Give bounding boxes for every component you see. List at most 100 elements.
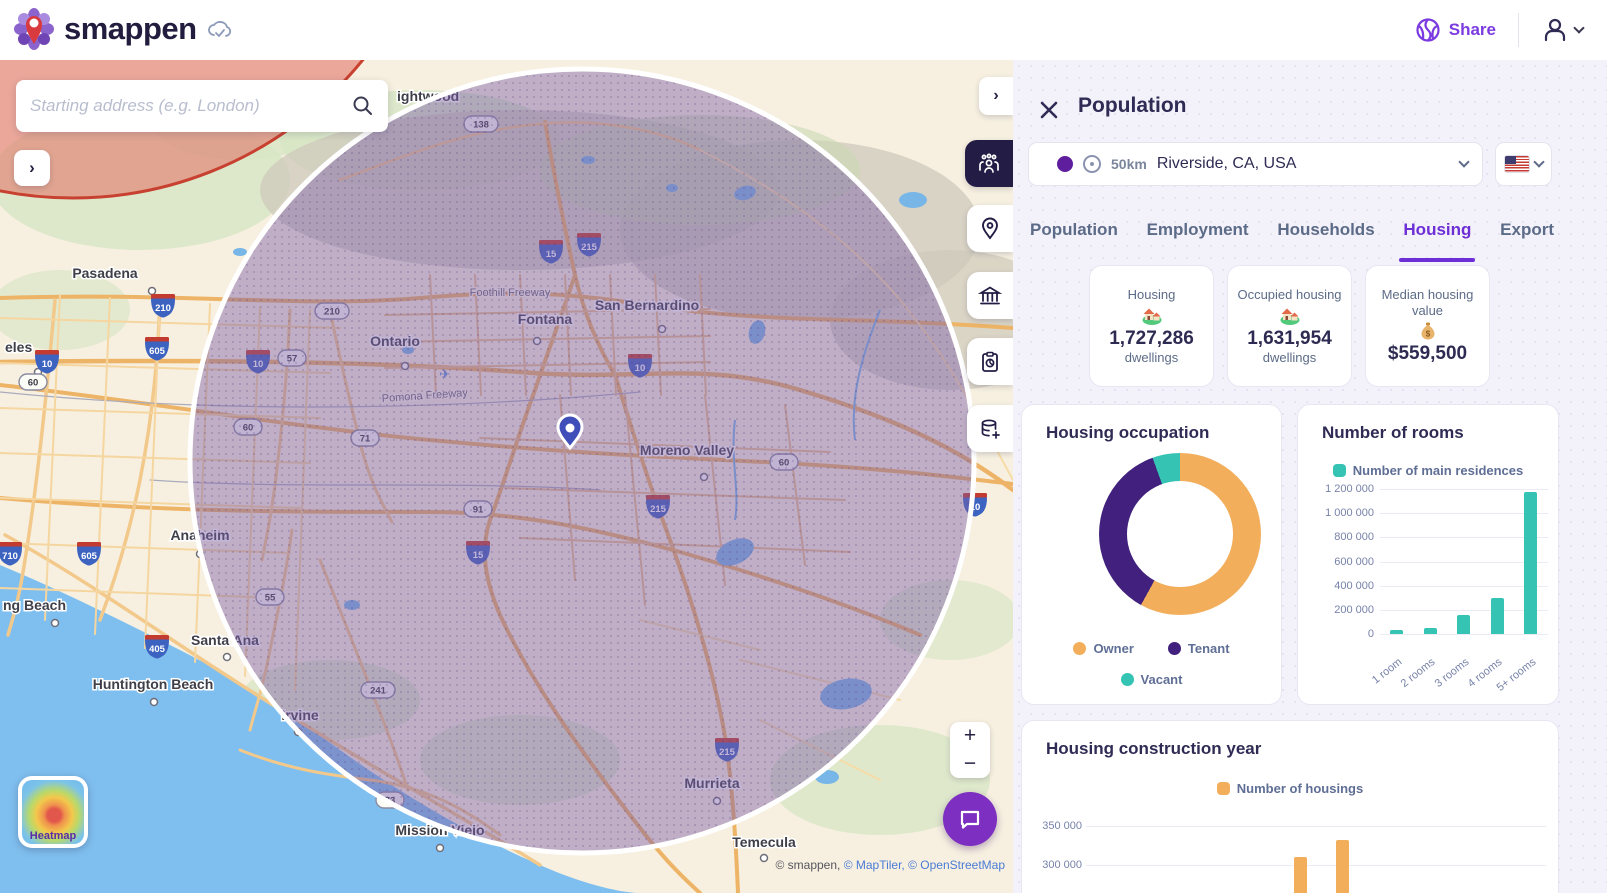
y-tick: 800 000 (1334, 531, 1374, 544)
legend-item: Owner (1073, 641, 1134, 656)
y-tick: 1 200 000 (1325, 483, 1374, 495)
city-dot (759, 853, 769, 863)
bar-1 room[interactable] (1390, 629, 1403, 634)
share-button[interactable]: Share (1415, 17, 1496, 43)
tab-households[interactable]: Households (1277, 220, 1374, 262)
construction-year-card: Housing construction year Number of hous… (1021, 720, 1559, 893)
population-tool-button[interactable] (965, 140, 1013, 187)
map-attribution: © smappen, © MapTiler, © OpenStreetMap (775, 858, 1005, 872)
chat-bubble-icon (960, 810, 980, 829)
city-dot (50, 618, 60, 628)
bar-2 rooms[interactable] (1423, 627, 1437, 634)
stat-value: 1,631,954 (1247, 327, 1332, 349)
tab-population[interactable]: Population (1030, 220, 1118, 262)
report-tool-button[interactable] (967, 338, 1013, 385)
housing-occupation-donut[interactable] (1099, 453, 1261, 615)
chevron-down-icon (1573, 22, 1585, 34)
construction-bar[interactable] (1294, 857, 1307, 893)
address-search (16, 80, 388, 132)
number-of-rooms-card: Number of rooms Number of main residence… (1297, 404, 1559, 705)
bank-icon (978, 285, 1002, 304)
rooms-bar-chart[interactable]: 1 200 000 1 000 000 800 000 600 000 400 000 2… (1298, 405, 1560, 706)
panel-tabs: Population Employment Households Housing Exp… (1030, 220, 1554, 262)
stat-card: Housing 1,727,286 dwellings (1089, 265, 1214, 387)
svg-text:$: $ (1425, 330, 1430, 339)
collapse-panel-button[interactable]: › (979, 77, 1013, 115)
y-tick: 600 000 (1334, 555, 1374, 568)
us-flag-icon (1504, 156, 1529, 172)
bar-4 rooms[interactable] (1490, 597, 1504, 634)
zoom-control: + − (950, 722, 990, 778)
money-bag-icon: $ (1421, 322, 1434, 340)
construction-bar-chart[interactable]: 350 000 300 000 (1022, 721, 1558, 893)
heatmap-toggle[interactable]: Heatmap (18, 776, 88, 848)
zone-color-dot (1057, 156, 1073, 172)
map-city-label: eles (5, 339, 32, 355)
top-bar: smappen Share (0, 0, 1607, 60)
heatmap-preview: Heatmap (22, 780, 84, 844)
svg-text:710: 710 (2, 551, 18, 562)
svg-text:60: 60 (28, 378, 39, 389)
stat-card: Median housing value $ $559,500 (1365, 265, 1490, 387)
smappen-flower-icon (14, 8, 54, 50)
database-plus-icon (981, 419, 1000, 439)
tab-housing[interactable]: Housing (1399, 220, 1476, 262)
panel-title: Population (1078, 94, 1187, 117)
map-city-label: Pasadena (72, 265, 138, 281)
population-icon (979, 153, 999, 173)
search-icon[interactable] (352, 95, 374, 117)
location-pin-icon (982, 217, 998, 240)
left-panel-expand-button[interactable]: › (14, 150, 50, 186)
zone-selector-dropdown[interactable]: 50km Riverside, CA, USA (1028, 142, 1483, 186)
svg-text:605: 605 (149, 346, 166, 357)
country-selector[interactable] (1495, 142, 1552, 186)
y-tick: 300 000 (1042, 859, 1082, 871)
bar-3 rooms[interactable] (1457, 614, 1470, 634)
route-shield-60: 60 (18, 373, 48, 391)
close-panel-icon[interactable] (1037, 98, 1061, 122)
attribution-maptiler-link[interactable]: © MapTiler, (844, 858, 905, 872)
y-tick: 1 000 000 (1325, 507, 1374, 520)
stat-value: $559,500 (1387, 343, 1468, 365)
svg-text:210: 210 (155, 303, 171, 314)
attribution-osm-link[interactable]: © OpenStreetMap (908, 858, 1005, 872)
topbar-divider (1518, 13, 1519, 47)
smappen-logo[interactable]: smappen (14, 8, 233, 50)
zone-radius: 50km (1111, 156, 1147, 172)
clipboard-chart-icon (982, 351, 998, 372)
construction-bar[interactable] (1336, 840, 1349, 893)
radius-icon (1083, 155, 1101, 173)
stat-unit: dwellings (1124, 349, 1179, 365)
stat-label: Median housing value (1381, 286, 1474, 318)
stat-value: 1,727,286 (1109, 327, 1194, 349)
housing-occupation-card: Housing occupation Owner Tenant Vacant (1021, 404, 1282, 705)
houses-icon (1280, 308, 1299, 325)
add-data-tool-button[interactable] (967, 405, 1013, 452)
tab-export[interactable]: Export (1500, 220, 1554, 262)
cloud-sync-icon (207, 21, 231, 37)
chevron-down-icon (1532, 156, 1545, 168)
city-dot (222, 652, 232, 662)
search-input[interactable] (30, 96, 352, 116)
zoom-out-button[interactable]: − (950, 750, 990, 778)
account-menu-button[interactable] (1541, 16, 1585, 44)
places-tool-button[interactable] (967, 205, 1013, 252)
chevron-down-icon (1458, 156, 1470, 168)
analytics-panel: Population 50km Riverside, CA, USA Popul… (1013, 60, 1607, 893)
city-dot (435, 843, 445, 853)
map-base: ✈ PasadenaelesOntarioFontanaSan Bernardi… (0, 60, 1013, 893)
bar-5+ rooms[interactable] (1524, 492, 1537, 634)
zoom-in-button[interactable]: + (950, 722, 990, 750)
map-city-label: Temecula (732, 834, 796, 850)
stat-label: Occupied housing (1237, 287, 1342, 303)
stat-cards: Housing 1,727,286 dwellings Occupied housin… (1089, 265, 1490, 387)
heatmap-label: Heatmap (29, 830, 77, 842)
attribution-smappen: © smappen, (775, 858, 841, 872)
tab-employment[interactable]: Employment (1147, 220, 1249, 262)
legend-item: Vacant (1120, 672, 1182, 687)
share-label: Share (1448, 20, 1496, 39)
chat-button[interactable] (943, 792, 997, 846)
map-canvas[interactable]: ✈ PasadenaelesOntarioFontanaSan Bernardi… (0, 60, 1013, 893)
y-tick: 350 000 (1042, 820, 1082, 832)
amenities-tool-button[interactable] (967, 272, 1013, 319)
